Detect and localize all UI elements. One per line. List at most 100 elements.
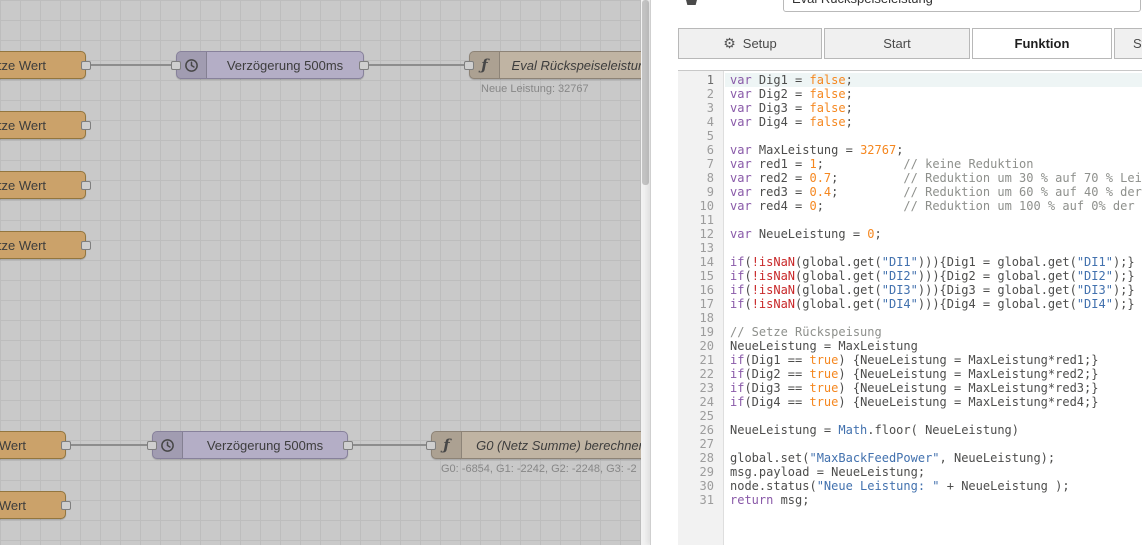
code-line[interactable] (725, 129, 1142, 143)
gutter-line-number: 7 (678, 157, 723, 171)
node-status: G0: -6854, G1: -2242, G2: -2248, G3: -2 (441, 463, 637, 475)
code-line[interactable]: if(!isNaN(global.get("DI1"))){Dig1 = glo… (725, 255, 1142, 269)
node-setze-wert[interactable]: Setze Wert (0, 491, 66, 519)
node-port[interactable] (81, 241, 91, 250)
code-line[interactable]: var Dig2 = false; (725, 87, 1142, 101)
canvas-scrollbar[interactable] (641, 0, 650, 545)
code-line[interactable]: NeueLeistung = Math.floor( NeueLeistung) (725, 423, 1142, 437)
code-line[interactable]: var Dig3 = false; (725, 101, 1142, 115)
edit-tray: ⚙ Setup Start Funktion Stop 123456789101… (650, 0, 1142, 545)
gutter-line-number: 5 (678, 129, 723, 143)
code-line[interactable] (725, 437, 1142, 451)
node-setze-wert[interactable]: Setze Wert (0, 111, 86, 139)
gutter-line-number: 1 (678, 73, 723, 87)
node-function-eval[interactable]: ƒ Eval Rückspeiseleistung (469, 51, 641, 79)
gutter-line-number: 21 (678, 353, 723, 367)
node-port[interactable] (171, 61, 181, 70)
node-port[interactable] (359, 61, 369, 70)
code-line[interactable]: var red4 = 0; // Reduktion um 100 % auf … (725, 199, 1142, 213)
node-port[interactable] (61, 501, 71, 510)
code-line[interactable]: if(Dig2 == true) {NeueLeistung = MaxLeis… (725, 367, 1142, 381)
gutter-line-number: 31 (678, 493, 723, 507)
wire[interactable] (346, 444, 433, 446)
code-line[interactable]: msg.payload = NeueLeistung; (725, 465, 1142, 479)
node-name-input[interactable] (783, 0, 1141, 12)
node-setze-wert[interactable]: Setze Wert (0, 231, 86, 259)
gutter-line-number: 19 (678, 325, 723, 339)
code-line[interactable]: if(!isNaN(global.get("DI3"))){Dig3 = glo… (725, 283, 1142, 297)
node-port[interactable] (81, 61, 91, 70)
code-editor[interactable]: 1234567891011121314151617181920212223242… (678, 70, 1142, 545)
tab-label: Setup (743, 36, 777, 51)
code-line[interactable]: var red1 = 1; // keine Reduktion (725, 157, 1142, 171)
wire[interactable] (84, 64, 178, 66)
gutter[interactable]: 1234567891011121314151617181920212223242… (678, 71, 724, 545)
node-delay[interactable]: Verzögerung 500ms (176, 51, 364, 79)
node-delay[interactable]: Verzögerung 500ms (152, 431, 348, 459)
tab-stop[interactable]: Stop (1114, 28, 1142, 59)
code-line[interactable]: var red2 = 0.7; // Reduktion um 30 % auf… (725, 171, 1142, 185)
node-label: Setze Wert (0, 238, 85, 253)
code-lines[interactable]: var Dig1 = false;var Dig2 = false;var Di… (725, 71, 1142, 507)
code-line[interactable]: if(Dig1 == true) {NeueLeistung = MaxLeis… (725, 353, 1142, 367)
wire[interactable] (64, 444, 154, 446)
node-function-g0[interactable]: ƒ G0 (Netz Summe) berechnen (431, 431, 641, 459)
gutter-line-number: 22 (678, 367, 723, 381)
clock-icon (177, 52, 207, 78)
gutter-line-number: 13 (678, 241, 723, 255)
gutter-line-number: 8 (678, 171, 723, 185)
code-line[interactable]: var MaxLeistung = 32767; (725, 143, 1142, 157)
code-line[interactable]: var red3 = 0.4; // Reduktion um 60 % auf… (725, 185, 1142, 199)
node-red-window: Setze Wert Verzögerung 500ms ƒ Eval Rück… (0, 0, 1142, 545)
node-setze-wert[interactable]: Setze Wert (0, 51, 86, 79)
code-line[interactable]: if(Dig3 == true) {NeueLeistung = MaxLeis… (725, 381, 1142, 395)
tab-funktion[interactable]: Funktion (972, 28, 1112, 59)
gutter-line-number: 28 (678, 451, 723, 465)
node-label: Setze Wert (0, 58, 85, 73)
node-setze-wert[interactable]: Setze Wert (0, 171, 86, 199)
gutter-line-number: 14 (678, 255, 723, 269)
node-setze-wert[interactable]: Setze Wert (0, 431, 66, 459)
code-line[interactable]: return msg; (725, 493, 1142, 507)
code-line[interactable]: var Dig4 = false; (725, 115, 1142, 129)
gutter-line-number: 26 (678, 423, 723, 437)
code-line[interactable]: node.status("Neue Leistung: " + NeueLeis… (725, 479, 1142, 493)
code-line[interactable]: if(!isNaN(global.get("DI2"))){Dig2 = glo… (725, 269, 1142, 283)
code-line[interactable]: // Setze Rückspeisung (725, 325, 1142, 339)
code-line[interactable] (725, 311, 1142, 325)
code-line[interactable]: global.set("MaxBackFeedPower", NeueLeist… (725, 451, 1142, 465)
gutter-line-number: 17 (678, 297, 723, 311)
node-label: G0 (Netz Summe) berechnen (462, 438, 641, 453)
gutter-line-number: 11 (678, 213, 723, 227)
gutter-line-number: 30 (678, 479, 723, 493)
code-line[interactable] (725, 213, 1142, 227)
code-line[interactable] (725, 241, 1142, 255)
gutter-line-number: 10 (678, 199, 723, 213)
node-port[interactable] (426, 441, 436, 450)
code-line[interactable]: if(!isNaN(global.get("DI4"))){Dig4 = glo… (725, 297, 1142, 311)
code-line[interactable]: if(Dig4 == true) {NeueLeistung = MaxLeis… (725, 395, 1142, 409)
node-status: Neue Leistung: 32767 (481, 83, 589, 95)
flow-canvas[interactable]: Setze Wert Verzögerung 500ms ƒ Eval Rück… (0, 0, 641, 545)
tab-label: Stop (1133, 36, 1142, 51)
gutter-line-number: 24 (678, 395, 723, 409)
node-label: Setze Wert (0, 438, 65, 453)
node-label: Verzögerung 500ms (183, 438, 347, 453)
node-port[interactable] (147, 441, 157, 450)
node-port[interactable] (61, 441, 71, 450)
node-port[interactable] (343, 441, 353, 450)
tab-start[interactable]: Start (824, 28, 970, 59)
code-line[interactable]: var NeueLeistung = 0; (725, 227, 1142, 241)
code-line[interactable]: var Dig1 = false; (725, 73, 1142, 87)
node-port[interactable] (81, 181, 91, 190)
canvas-scrollbar-thumb[interactable] (642, 0, 649, 185)
code-line[interactable] (725, 409, 1142, 423)
tab-setup[interactable]: ⚙ Setup (678, 28, 822, 59)
gear-icon: ⚙ (723, 35, 736, 52)
node-label: Verzögerung 500ms (207, 58, 363, 73)
code-line[interactable]: NeueLeistung = MaxLeistung (725, 339, 1142, 353)
node-port[interactable] (81, 121, 91, 130)
node-label: Setze Wert (0, 498, 65, 513)
node-port[interactable] (464, 61, 474, 70)
wire[interactable] (362, 64, 471, 66)
